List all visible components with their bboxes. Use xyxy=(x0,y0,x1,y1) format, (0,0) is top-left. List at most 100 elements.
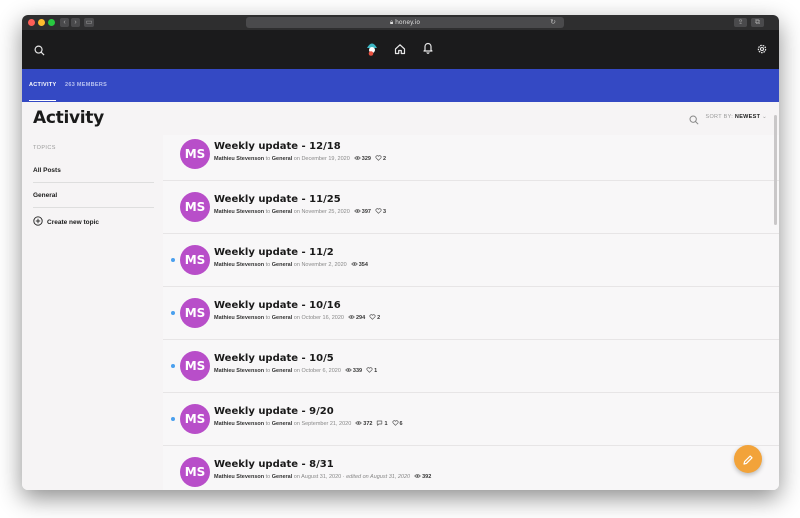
back-button[interactable]: ‹ xyxy=(60,18,69,27)
tabs-button[interactable]: ⧉ xyxy=(751,18,764,27)
post-row[interactable]: MS Weekly update - 11/25 Mathieu Stevenson… xyxy=(163,180,779,234)
eye-icon xyxy=(345,368,353,374)
post-title[interactable]: Weekly update - 9/20 xyxy=(214,406,334,417)
browser-window: ‹ › ▭ 🔒︎ honey.io ↻ ⇪ ⧉ ACTIVITY 263 MEM… xyxy=(22,15,779,490)
post-author[interactable]: Mathieu Stevenson xyxy=(214,156,264,162)
post-topic[interactable]: General xyxy=(272,209,292,215)
zoom-window-button[interactable] xyxy=(48,19,55,26)
page-title: Activity xyxy=(33,108,104,128)
address-bar[interactable]: 🔒︎ honey.io ↻ xyxy=(246,17,564,28)
likes-stat: 3 xyxy=(375,208,386,215)
post-author[interactable]: Mathieu Stevenson xyxy=(214,262,264,268)
post-topic[interactable]: General xyxy=(272,421,292,427)
logo-icon[interactable] xyxy=(365,40,379,62)
create-topic-button[interactable]: Create new topic xyxy=(33,216,154,228)
divider xyxy=(33,182,154,183)
post-date: on September 21, 2020 xyxy=(293,421,352,427)
eye-icon xyxy=(350,262,359,268)
home-icon[interactable] xyxy=(394,42,406,60)
post-topic[interactable]: General xyxy=(272,474,292,480)
post-title[interactable]: Weekly update - 11/2 xyxy=(214,247,334,258)
scrollbar[interactable] xyxy=(774,115,777,225)
avatar[interactable]: MS xyxy=(180,245,210,275)
avatar[interactable]: MS xyxy=(180,351,210,381)
post-row[interactable]: MS Weekly update - 10/5 Mathieu Stevenson … xyxy=(163,339,779,393)
post-title[interactable]: Weekly update - 10/5 xyxy=(214,353,334,364)
post-title[interactable]: Weekly update - 8/31 xyxy=(214,459,334,470)
post-topic[interactable]: General xyxy=(272,156,292,162)
post-date: on November 2, 2020 xyxy=(293,262,347,268)
reload-icon[interactable]: ↻ xyxy=(550,17,556,28)
tab-activity[interactable]: ACTIVITY xyxy=(29,69,57,101)
pencil-icon xyxy=(742,453,754,471)
sidebar-item-general[interactable]: General xyxy=(33,192,154,199)
views-count: 397 xyxy=(361,209,371,215)
close-window-button[interactable] xyxy=(28,19,35,26)
post-author[interactable]: Mathieu Stevenson xyxy=(214,315,264,321)
views-count: 392 xyxy=(422,474,432,480)
sidebar-toggle-button[interactable]: ▭ xyxy=(84,18,94,27)
post-row[interactable]: MS Weekly update - 12/18 Mathieu Stevenson… xyxy=(163,135,779,181)
chevron-down-icon: ⌄ xyxy=(762,114,767,120)
post-row[interactable]: MS Weekly update - 8/31 Mathieu Stevenson … xyxy=(163,445,779,490)
views-count: 372 xyxy=(363,421,373,427)
post-author[interactable]: Mathieu Stevenson xyxy=(214,474,264,480)
heart-icon xyxy=(375,208,383,215)
comments-stat: 1 xyxy=(376,420,388,427)
search-icon[interactable] xyxy=(34,43,45,61)
settings-icon[interactable] xyxy=(756,42,768,60)
sort-dropdown[interactable]: SORT BY: NEWEST ⌄ xyxy=(706,114,767,120)
views-stat: 294 xyxy=(348,314,365,321)
views-stat: 329 xyxy=(353,155,371,162)
post-row[interactable]: MS Weekly update - 10/16 Mathieu Stevenson… xyxy=(163,286,779,340)
page-header: Activity SORT BY: NEWEST ⌄ xyxy=(22,102,779,135)
post-meta: Mathieu Stevenson to General on October … xyxy=(214,314,380,321)
post-date: on December 19, 2020 xyxy=(293,156,350,162)
views-count: 294 xyxy=(355,315,366,321)
likes-count: 3 xyxy=(382,209,387,215)
post-meta: Mathieu Stevenson to General on August 3… xyxy=(214,473,431,480)
post-author[interactable]: Mathieu Stevenson xyxy=(214,368,264,374)
lock-icon: 🔒︎ xyxy=(389,19,394,26)
sidebar-item-all-posts[interactable]: All Posts xyxy=(33,167,154,174)
post-topic[interactable]: General xyxy=(272,368,292,374)
tab-members[interactable]: 263 MEMBERS xyxy=(65,69,107,102)
heart-icon xyxy=(375,155,383,162)
address-text: honey.io xyxy=(395,19,421,26)
post-meta: Mathieu Stevenson to General on November… xyxy=(214,208,386,215)
views-count: 354 xyxy=(358,262,368,268)
likes-stat: 1 xyxy=(366,367,377,374)
post-title[interactable]: Weekly update - 12/18 xyxy=(214,141,341,152)
eye-icon xyxy=(414,474,422,480)
comments-count: 1 xyxy=(384,421,388,427)
post-edited: · edited on August 31, 2020 xyxy=(342,474,411,480)
post-meta: Mathieu Stevenson to General on November… xyxy=(214,261,368,268)
post-row[interactable]: MS Weekly update - 11/2 Mathieu Stevenson … xyxy=(163,233,779,287)
share-button[interactable]: ⇪ xyxy=(734,18,747,27)
post-title[interactable]: Weekly update - 11/25 xyxy=(214,194,341,205)
post-author[interactable]: Mathieu Stevenson xyxy=(214,421,264,427)
post-title[interactable]: Weekly update - 10/16 xyxy=(214,300,341,311)
post-topic[interactable]: General xyxy=(272,315,292,321)
post-author[interactable]: Mathieu Stevenson xyxy=(214,209,264,215)
avatar[interactable]: MS xyxy=(180,457,210,487)
avatar[interactable]: MS xyxy=(180,404,210,434)
heart-icon xyxy=(366,367,374,374)
topics-sidebar: TOPICS All Posts General Create new topi… xyxy=(22,135,163,490)
browser-titlebar: ‹ › ▭ 🔒︎ honey.io ↻ ⇪ ⧉ xyxy=(22,15,779,30)
avatar[interactable]: MS xyxy=(180,298,210,328)
minimize-window-button[interactable] xyxy=(38,19,45,26)
new-post-button[interactable] xyxy=(734,445,762,473)
bell-icon[interactable] xyxy=(422,41,434,59)
forward-button[interactable]: › xyxy=(71,18,80,27)
search-icon[interactable] xyxy=(689,112,699,130)
views-stat: 397 xyxy=(353,208,371,215)
avatar[interactable]: MS xyxy=(180,192,210,222)
views-count: 339 xyxy=(352,368,363,374)
post-meta: Mathieu Stevenson to General on December… xyxy=(214,155,386,162)
avatar[interactable]: MS xyxy=(180,139,210,169)
post-row[interactable]: MS Weekly update - 9/20 Mathieu Stevenson … xyxy=(163,392,779,446)
heart-icon xyxy=(392,420,400,427)
post-topic[interactable]: General xyxy=(272,262,292,268)
post-date: on October 6, 2020 xyxy=(293,368,341,374)
